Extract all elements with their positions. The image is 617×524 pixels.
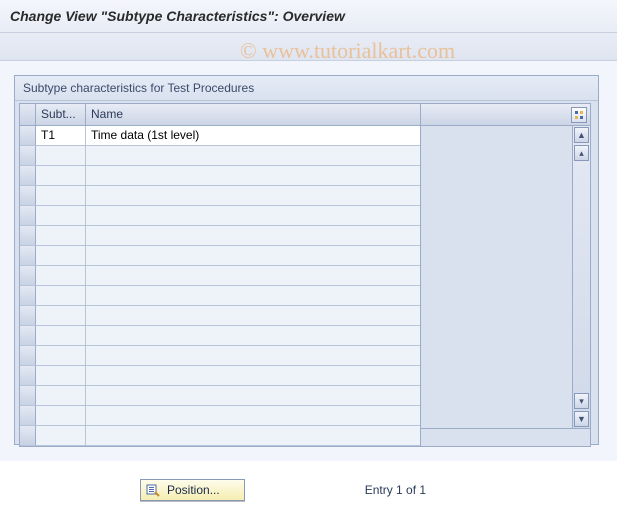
scroll-down-icon[interactable]: ▼: [574, 411, 589, 427]
table-row[interactable]: T1Time data (1st level): [20, 126, 420, 146]
cell-name[interactable]: [86, 226, 420, 245]
entry-counter: Entry 1 of 1: [365, 483, 426, 497]
row-selector[interactable]: [20, 326, 36, 345]
table-row[interactable]: [20, 346, 420, 366]
panel-heading: Subtype characteristics for Test Procedu…: [15, 76, 598, 101]
cell-subtype[interactable]: [36, 406, 86, 425]
table-row[interactable]: [20, 386, 420, 406]
position-button-label: Position...: [167, 483, 220, 497]
cell-subtype[interactable]: [36, 306, 86, 325]
cell-name[interactable]: [86, 366, 420, 385]
table-row[interactable]: [20, 206, 420, 226]
cell-name[interactable]: [86, 306, 420, 325]
table-row[interactable]: [20, 166, 420, 186]
footer-bar: Position... Entry 1 of 1: [0, 461, 617, 519]
row-selector[interactable]: [20, 246, 36, 265]
cell-name[interactable]: [86, 406, 420, 425]
row-selector[interactable]: [20, 366, 36, 385]
cell-subtype[interactable]: [36, 226, 86, 245]
col-header-subtype[interactable]: Subt...: [36, 104, 86, 125]
cell-subtype[interactable]: [36, 326, 86, 345]
row-selector[interactable]: [20, 146, 36, 165]
cell-name[interactable]: [86, 186, 420, 205]
row-selector[interactable]: [20, 126, 36, 145]
cell-name[interactable]: [86, 386, 420, 405]
row-selector[interactable]: [20, 426, 36, 445]
vertical-scrollbar[interactable]: ▲ ▴ ▾ ▼: [572, 126, 590, 428]
cell-subtype[interactable]: T1: [36, 126, 86, 145]
row-selector[interactable]: [20, 306, 36, 325]
table-row[interactable]: [20, 246, 420, 266]
row-selector[interactable]: [20, 346, 36, 365]
row-selector[interactable]: [20, 186, 36, 205]
cell-name[interactable]: [86, 286, 420, 305]
cell-subtype[interactable]: [36, 286, 86, 305]
col-header-name[interactable]: Name: [86, 104, 420, 125]
table-row[interactable]: [20, 326, 420, 346]
row-selector[interactable]: [20, 266, 36, 285]
cell-subtype[interactable]: [36, 426, 86, 445]
cell-subtype[interactable]: [36, 266, 86, 285]
table-row[interactable]: [20, 306, 420, 326]
table-settings-icon[interactable]: [571, 107, 587, 123]
cell-subtype[interactable]: [36, 146, 86, 165]
cell-subtype[interactable]: [36, 186, 86, 205]
cell-name[interactable]: [86, 166, 420, 185]
table-row[interactable]: [20, 426, 420, 446]
table-right-gutter: ▲ ▴ ▾ ▼: [421, 103, 591, 447]
row-selector[interactable]: [20, 166, 36, 185]
table-row[interactable]: [20, 146, 420, 166]
cell-name[interactable]: [86, 346, 420, 365]
subtype-table[interactable]: Subt... Name T1Time data (1st level): [19, 103, 421, 447]
table-row[interactable]: [20, 226, 420, 246]
row-selector[interactable]: [20, 206, 36, 225]
cell-subtype[interactable]: [36, 346, 86, 365]
table-row[interactable]: [20, 186, 420, 206]
scroll-up-step-icon[interactable]: ▴: [574, 145, 589, 161]
page-title: Change View "Subtype Characteristics": O…: [0, 0, 617, 33]
table-row[interactable]: [20, 366, 420, 386]
cell-name[interactable]: Time data (1st level): [86, 126, 420, 145]
cell-subtype[interactable]: [36, 386, 86, 405]
cell-name[interactable]: [86, 266, 420, 285]
table-row[interactable]: [20, 406, 420, 426]
scrollbar-track[interactable]: [573, 162, 590, 392]
table-row[interactable]: [20, 286, 420, 306]
table-row[interactable]: [20, 266, 420, 286]
row-selector[interactable]: [20, 286, 36, 305]
col-select-all[interactable]: [20, 104, 36, 125]
scroll-down-step-icon[interactable]: ▾: [574, 393, 589, 409]
row-selector[interactable]: [20, 406, 36, 425]
cell-name[interactable]: [86, 246, 420, 265]
row-selector[interactable]: [20, 226, 36, 245]
position-button[interactable]: Position...: [140, 479, 245, 501]
cell-subtype[interactable]: [36, 366, 86, 385]
cell-subtype[interactable]: [36, 246, 86, 265]
cell-name[interactable]: [86, 206, 420, 225]
position-icon: [145, 482, 161, 498]
cell-name[interactable]: [86, 146, 420, 165]
cell-name[interactable]: [86, 326, 420, 345]
work-area: Subtype characteristics for Test Procedu…: [0, 61, 617, 461]
application-toolbar: [0, 33, 617, 61]
cell-subtype[interactable]: [36, 206, 86, 225]
cell-name[interactable]: [86, 426, 420, 445]
row-selector[interactable]: [20, 386, 36, 405]
subtype-panel: Subtype characteristics for Test Procedu…: [14, 75, 599, 445]
table-header-row: Subt... Name: [20, 104, 420, 126]
cell-subtype[interactable]: [36, 166, 86, 185]
table-body: T1Time data (1st level): [20, 126, 420, 446]
scroll-up-icon[interactable]: ▲: [574, 127, 589, 143]
